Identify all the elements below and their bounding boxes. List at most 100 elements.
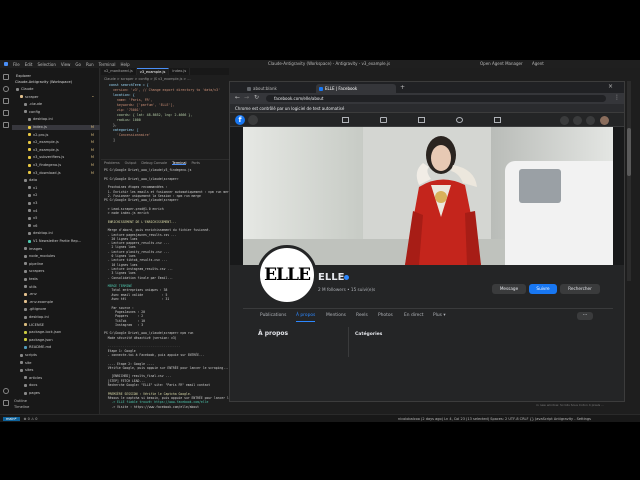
tab-mentions[interactable]: Mentions — [326, 311, 346, 321]
file-tree-item[interactable]: desktop.ini — [12, 315, 100, 320]
file-tree-item[interactable]: articles — [12, 376, 100, 381]
file-tree-item[interactable]: package.json — [12, 338, 100, 343]
browser-menu-icon[interactable]: ⋮ — [614, 94, 620, 101]
problems-count[interactable]: ⊗ 0 ⚠ 0 — [24, 417, 38, 421]
browser-scrollbar-track[interactable] — [627, 81, 631, 281]
tab-v3-example[interactable]: v3_example.js — [136, 68, 170, 75]
tab-about[interactable]: À propos — [296, 311, 316, 322]
follow-button[interactable]: Suivre — [529, 284, 557, 294]
breadcrumb[interactable]: Claude > scraper > config > JS v3_exampl… — [104, 77, 191, 81]
browser-tab-facebook[interactable]: ELLE | Facebook — [316, 84, 396, 93]
file-tree-item[interactable]: v2_example.js M — [12, 140, 100, 145]
file-tree-item[interactable]: v3_download.js M — [12, 171, 100, 176]
tab-live[interactable]: En direct — [404, 311, 424, 321]
file-tree-item[interactable]: v3_subverifiers.js M — [12, 155, 100, 160]
agent-panel-label[interactable]: Agent — [532, 61, 544, 66]
file-tree-item[interactable]: index.js M — [12, 125, 100, 130]
back-arrow-icon[interactable]: ← — [235, 94, 240, 101]
file-tree-item[interactable]: .gitignore — [12, 307, 100, 312]
status-right[interactable]: nicolobalcoo (2 days ago) Ln 4, Col 23 (… — [398, 417, 591, 421]
notifications-bell-icon[interactable] — [586, 116, 595, 125]
menu-file[interactable]: File — [13, 62, 20, 67]
menu-edit[interactable]: Edit — [25, 62, 33, 67]
code-line[interactable]: zip: '75001', — [105, 108, 143, 112]
code-line[interactable]: name: 'Paris, FR', — [105, 98, 153, 102]
file-tree-item[interactable]: v3_findegeno.js M — [12, 163, 100, 168]
file-tree-item[interactable]: images — [12, 247, 100, 252]
marketplace-icon[interactable] — [418, 117, 425, 123]
close-window-icon[interactable]: × — [608, 83, 613, 90]
code-line[interactable]: version: 'v3', // Change export director… — [105, 88, 220, 92]
video-icon[interactable] — [380, 117, 387, 123]
code-line[interactable]: 'Concessionnaire' — [105, 133, 151, 137]
file-tree-item[interactable]: docs — [12, 383, 100, 388]
files-icon[interactable] — [3, 74, 9, 80]
file-tree-item[interactable]: Claude — [12, 87, 100, 92]
messenger-icon[interactable] — [573, 116, 582, 125]
file-tree-item[interactable]: v1 — [12, 186, 100, 191]
search-icon[interactable] — [3, 86, 9, 92]
file-tree-item[interactable]: v5 — [12, 216, 100, 221]
tab-publications[interactable]: Publications — [260, 311, 286, 321]
source-control-icon[interactable] — [3, 98, 9, 104]
user-avatar[interactable] — [600, 116, 609, 125]
file-tree-item[interactable]: v2.pro.js M — [12, 133, 100, 138]
file-tree-item[interactable]: site — [12, 361, 100, 366]
file-tree-item[interactable]: scraper • — [12, 95, 100, 100]
tab-problems[interactable]: Problems — [104, 160, 120, 165]
file-tree-item[interactable]: v3 — [12, 201, 100, 206]
tab-debug-console[interactable]: Debug Console — [141, 160, 167, 165]
file-tree-item[interactable]: V1 Newsletter Partie Rep... — [12, 239, 100, 244]
code-line[interactable]: keywords: ['parfum', 'ELLE'], — [105, 103, 175, 107]
file-tree-item[interactable]: README.md — [12, 345, 100, 350]
browser-tab-blank[interactable]: about:blank — [244, 84, 314, 93]
page-stats[interactable]: 2 M followers • 15 suivi(e)s — [318, 287, 375, 292]
menu-selection[interactable]: Selection — [37, 62, 55, 67]
menu-terminal[interactable]: Terminal — [99, 62, 116, 67]
file-tree-item[interactable]: v6 — [12, 224, 100, 229]
forward-arrow-icon[interactable]: → — [244, 94, 249, 101]
tab-more[interactable]: Plus ▾ — [433, 311, 446, 321]
gaming-icon[interactable] — [494, 117, 501, 123]
search-page-button[interactable]: Rechercher — [560, 284, 600, 294]
file-tree-item[interactable]: .env — [12, 292, 100, 297]
code-line[interactable]: radius: 1000 — [105, 118, 141, 122]
facebook-logo-icon[interactable]: f — [235, 115, 245, 125]
file-tree-item[interactable]: v3_example.js M — [12, 148, 100, 153]
file-tree-item[interactable]: scripts — [12, 353, 100, 358]
file-tree-item[interactable]: desktop.ini — [12, 231, 100, 236]
code-line[interactable]: coords: { lat: 48.8652, lng: 2.4666 }, — [105, 113, 192, 117]
file-tree-item[interactable]: package-lock.json — [12, 330, 100, 335]
file-tree-item[interactable]: scrapers — [12, 269, 100, 274]
menu-view[interactable]: View — [61, 62, 71, 67]
cover-photo[interactable] — [243, 127, 613, 265]
home-icon[interactable] — [342, 117, 349, 123]
file-tree-item[interactable]: node_modules — [12, 254, 100, 259]
more-options-button[interactable]: ··· — [577, 312, 593, 320]
menu-help[interactable]: Help — [121, 62, 130, 67]
settings-gear-icon[interactable] — [3, 400, 9, 406]
file-tree-item[interactable]: tests — [12, 277, 100, 282]
file-tree-item[interactable]: utils — [12, 285, 100, 290]
file-tree-item[interactable]: LICENSE — [12, 323, 100, 328]
workspace-title[interactable]: Claude-Antigravity (Workspace) — [12, 80, 100, 85]
code-line[interactable]: location: { — [105, 93, 135, 97]
file-tree-item[interactable]: desktop.ini — [12, 117, 100, 122]
tab-photos[interactable]: Photos — [378, 311, 393, 321]
file-tree-item[interactable]: pipeline — [12, 262, 100, 267]
menu-go[interactable]: Go — [75, 62, 81, 67]
file-tree-item[interactable]: v4 — [12, 209, 100, 214]
file-tree-item[interactable]: sites — [12, 368, 100, 373]
code-line[interactable]: ] — [105, 138, 115, 142]
code-line[interactable]: categories: [ — [105, 128, 139, 132]
file-tree-item[interactable]: config — [12, 110, 100, 115]
tab-terminal[interactable]: Terminal — [172, 160, 187, 165]
tab-reels[interactable]: Reels — [356, 311, 368, 321]
file-tree-item[interactable]: v2 — [12, 193, 100, 198]
message-button[interactable]: Message — [492, 284, 526, 294]
outline-section[interactable]: Outline — [14, 399, 27, 403]
agent-manager-button[interactable]: Open Agent Manager — [480, 61, 523, 66]
file-tree-item[interactable]: .env.example — [12, 300, 100, 305]
tab-ports[interactable]: Ports — [191, 160, 200, 165]
git-branch[interactable]: main* — [3, 416, 20, 421]
